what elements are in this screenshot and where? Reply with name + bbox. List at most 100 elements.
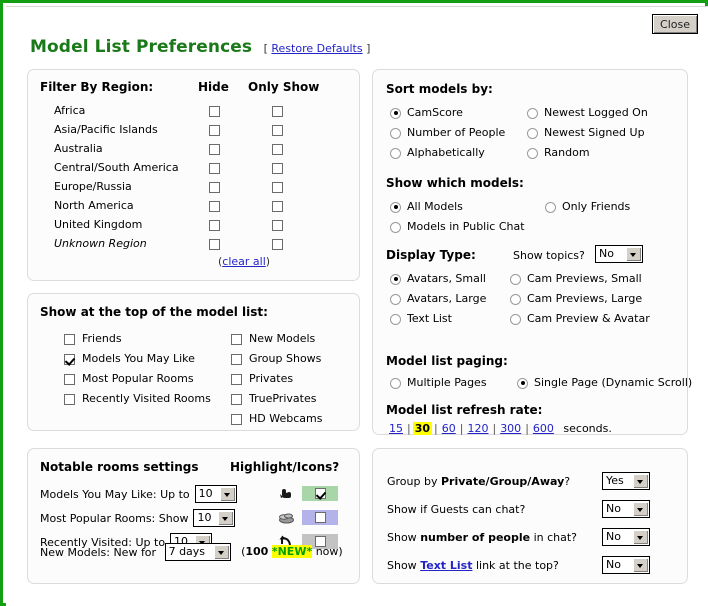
radio-button[interactable]: [390, 147, 401, 159]
checkbox[interactable]: [64, 353, 75, 365]
region-only-show-checkbox[interactable]: [272, 182, 283, 193]
text-list-link[interactable]: Text List: [420, 559, 472, 572]
display-type-option[interactable]: Cam Preview & Avatar: [510, 312, 650, 325]
show-at-top-item[interactable]: Friends: [64, 332, 122, 345]
group-option-select[interactable]: No: [602, 528, 650, 546]
refresh-separator: |: [434, 422, 438, 435]
checkbox[interactable]: [231, 353, 242, 365]
radio-button[interactable]: [390, 127, 401, 139]
checkbox[interactable]: [64, 393, 75, 405]
checkbox-label: Models You May Like: [82, 352, 195, 365]
new-models-label: New Models: New for: [40, 545, 157, 559]
show-at-top-item[interactable]: Group Shows: [231, 352, 321, 365]
radio-button[interactable]: [390, 377, 401, 389]
radio-button[interactable]: [390, 107, 401, 119]
refresh-rate-link[interactable]: 15: [389, 422, 403, 435]
radio-button[interactable]: [517, 377, 528, 389]
group-option-select[interactable]: No: [602, 500, 650, 518]
radio-button[interactable]: [390, 201, 401, 213]
refresh-rate-link[interactable]: 600: [533, 422, 554, 435]
highlight-swatch: [302, 510, 338, 525]
radio-button[interactable]: [527, 107, 538, 119]
group-option-select[interactable]: No: [602, 556, 650, 574]
refresh-rate-link[interactable]: 120: [467, 422, 488, 435]
region-hide-checkbox[interactable]: [209, 163, 220, 174]
region-hide-checkbox[interactable]: [209, 106, 220, 117]
refresh-rate-link[interactable]: 300: [500, 422, 521, 435]
sort-option[interactable]: Random: [527, 146, 590, 159]
region-hide-checkbox[interactable]: [209, 182, 220, 193]
sort-option[interactable]: Newest Signed Up: [527, 126, 645, 139]
region-hide-checkbox[interactable]: [209, 239, 220, 250]
region-only-show-checkbox[interactable]: [272, 106, 283, 117]
display-type-option[interactable]: Text List: [390, 312, 452, 325]
group-option-text: Show: [387, 531, 421, 544]
close-button[interactable]: Close: [652, 14, 698, 34]
which-models-option[interactable]: Only Friends: [545, 200, 630, 213]
display-type-option[interactable]: Avatars, Large: [390, 292, 486, 305]
radio-button[interactable]: [527, 147, 538, 159]
show-topics-select[interactable]: No: [595, 245, 643, 263]
chevron-down-icon: [218, 511, 234, 525]
refresh-rate-link[interactable]: 60: [442, 422, 456, 435]
which-models-option[interactable]: All Models: [390, 200, 463, 213]
show-at-top-item[interactable]: Most Popular Rooms: [64, 372, 194, 385]
display-type-option[interactable]: Cam Previews, Small: [510, 272, 642, 285]
group-option-row: Show number of people in chat?: [387, 531, 577, 544]
region-only-show-checkbox[interactable]: [272, 163, 283, 174]
restore-defaults-link[interactable]: Restore Defaults: [271, 42, 362, 55]
radio-label: Multiple Pages: [407, 376, 487, 389]
notable-room-count-select[interactable]: 10: [193, 509, 236, 527]
new-models-select[interactable]: 7 days: [164, 543, 231, 561]
region-hide-checkbox[interactable]: [209, 144, 220, 155]
show-at-top-item[interactable]: HD Webcams: [231, 412, 322, 425]
which-models-option[interactable]: Models in Public Chat: [390, 220, 525, 233]
checkbox[interactable]: [64, 373, 75, 385]
notable-room-row: Most Popular Rooms: Show 10: [40, 509, 236, 527]
checkbox[interactable]: [64, 333, 75, 345]
sort-option[interactable]: CamScore: [390, 106, 463, 119]
radio-button[interactable]: [510, 293, 521, 305]
region-hide-checkbox[interactable]: [209, 201, 220, 212]
checkbox[interactable]: [231, 333, 242, 345]
notable-room-count-select[interactable]: 10: [194, 485, 237, 503]
radio-label: Text List: [407, 312, 452, 325]
radio-button[interactable]: [390, 293, 401, 305]
region-row: Europe/Russia: [28, 178, 359, 197]
display-type-option[interactable]: Avatars, Small: [390, 272, 486, 285]
group-option-select[interactable]: Yes: [602, 472, 650, 490]
highlight-checkbox[interactable]: [314, 512, 326, 523]
radio-button[interactable]: [527, 127, 538, 139]
paging-option[interactable]: Multiple Pages: [390, 376, 487, 389]
radio-button[interactable]: [510, 313, 521, 325]
checkbox[interactable]: [231, 393, 242, 405]
region-only-show-checkbox[interactable]: [272, 201, 283, 212]
radio-button[interactable]: [390, 313, 401, 325]
radio-button[interactable]: [390, 273, 401, 285]
region-hide-checkbox[interactable]: [209, 125, 220, 136]
region-only-show-checkbox[interactable]: [272, 239, 283, 250]
radio-button[interactable]: [390, 221, 401, 233]
checkbox[interactable]: [231, 413, 242, 425]
show-at-top-item[interactable]: Recently Visited Rooms: [64, 392, 211, 405]
region-only-show-checkbox[interactable]: [272, 220, 283, 231]
checkbox[interactable]: [231, 373, 242, 385]
display-type-option[interactable]: Cam Previews, Large: [510, 292, 642, 305]
paging-option[interactable]: Single Page (Dynamic Scroll): [517, 376, 692, 389]
region-hide-checkbox[interactable]: [209, 220, 220, 231]
show-at-top-item[interactable]: Models You May Like: [64, 352, 195, 365]
group-options-panel: Group by Private/Group/Away? Yes Show if G…: [372, 448, 688, 584]
sort-option[interactable]: Alphabetically: [390, 146, 485, 159]
region-only-show-checkbox[interactable]: [272, 144, 283, 155]
clear-all-link[interactable]: clear all: [222, 255, 265, 268]
region-only-show-checkbox[interactable]: [272, 125, 283, 136]
sort-option[interactable]: Newest Logged On: [527, 106, 648, 119]
show-at-top-item[interactable]: TruePrivates: [231, 392, 316, 405]
radio-button[interactable]: [545, 201, 556, 213]
radio-button[interactable]: [510, 273, 521, 285]
highlight-checkbox[interactable]: [314, 488, 326, 499]
show-at-top-item[interactable]: Privates: [231, 372, 293, 385]
new-paren-close: ): [338, 545, 343, 558]
sort-option[interactable]: Number of People: [390, 126, 505, 139]
show-at-top-item[interactable]: New Models: [231, 332, 315, 345]
